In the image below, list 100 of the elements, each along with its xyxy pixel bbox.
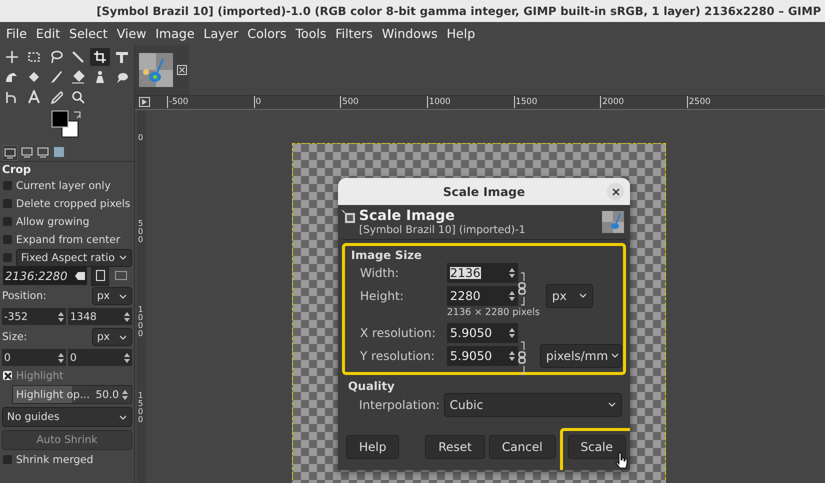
dialog-button[interactable]: Reset bbox=[425, 435, 485, 459]
position-x-field[interactable]: -352 bbox=[2, 308, 66, 325]
field-label: Interpolation: bbox=[358, 398, 441, 412]
menu-item[interactable]: Edit bbox=[32, 26, 66, 41]
ruler-label: 0 bbox=[138, 134, 144, 142]
menu-item[interactable]: Select bbox=[65, 26, 113, 41]
close-button[interactable] bbox=[607, 183, 624, 200]
ruler-label: 500 bbox=[138, 220, 144, 244]
spin-arrows-icon bbox=[124, 352, 130, 364]
field-label: X resolution: bbox=[359, 326, 437, 338]
field-label: Position: bbox=[2, 290, 46, 302]
dialog-title: Scale Image bbox=[442, 184, 526, 198]
checkbox[interactable] bbox=[3, 455, 12, 464]
menu-item[interactable]: Colors bbox=[243, 26, 292, 41]
tab-icon bbox=[53, 146, 65, 158]
ruler-label: 500 bbox=[340, 96, 359, 108]
y-resolution-field[interactable]: 5.9050 bbox=[447, 346, 518, 366]
menu-item[interactable]: Help bbox=[442, 26, 480, 41]
portrait-icon bbox=[96, 270, 104, 281]
chevron-down-icon bbox=[611, 353, 620, 358]
guides-dropdown[interactable]: No guides bbox=[2, 407, 132, 427]
hand-cursor-icon bbox=[614, 452, 629, 470]
chain-icon[interactable] bbox=[517, 341, 527, 375]
dialog-button[interactable]: Help bbox=[346, 435, 400, 459]
menu-item[interactable]: Windows bbox=[378, 26, 443, 41]
checkbox[interactable] bbox=[3, 217, 12, 226]
menu-item[interactable]: File bbox=[2, 26, 32, 41]
checkbox-label: Current layer only bbox=[16, 180, 111, 192]
quick-mask-icon[interactable] bbox=[139, 97, 150, 107]
width-field[interactable]: 2136 bbox=[447, 262, 518, 282]
menu-item[interactable]: Filters bbox=[331, 26, 378, 41]
menu-item[interactable]: Layer bbox=[200, 26, 244, 41]
crop-icon bbox=[93, 50, 107, 64]
aspect-dropdown[interactable]: Fixed Aspect ratio bbox=[16, 248, 132, 266]
chevron-down-icon bbox=[579, 293, 587, 298]
image-tab[interactable] bbox=[135, 45, 189, 95]
spin-arrows-icon bbox=[58, 352, 64, 364]
spin-arrows-icon bbox=[58, 310, 64, 322]
portrait-button[interactable] bbox=[91, 266, 109, 286]
ruler-label: 2000 bbox=[600, 96, 624, 108]
checkbox[interactable] bbox=[3, 253, 12, 262]
search-icon bbox=[71, 90, 85, 104]
opacity-slider[interactable]: Highlight op... 50.0 bbox=[12, 385, 132, 404]
size-width-field[interactable]: 0 bbox=[2, 349, 66, 366]
menu-item[interactable]: View bbox=[112, 26, 152, 41]
spin-arrows-icon bbox=[124, 310, 130, 322]
dialog-heading: Scale Image bbox=[359, 208, 456, 224]
checkbox-label: Expand from center bbox=[16, 234, 120, 246]
close-icon[interactable] bbox=[177, 65, 187, 75]
checkbox[interactable] bbox=[3, 235, 12, 244]
pixel-size-text: 2136 × 2280 pixels bbox=[446, 307, 541, 320]
dock-tab[interactable] bbox=[20, 145, 34, 159]
section-title: Image Size bbox=[351, 249, 423, 261]
menu-item[interactable]: Tools bbox=[292, 26, 332, 41]
unit-dropdown[interactable]: px bbox=[546, 284, 593, 308]
dock-tab[interactable] bbox=[36, 145, 50, 159]
size-height-field[interactable]: 0 bbox=[68, 349, 132, 366]
field-label: Height: bbox=[359, 290, 405, 302]
dialog-button[interactable]: Scale bbox=[568, 435, 626, 459]
field-label: Width: bbox=[359, 266, 400, 278]
scale-icon bbox=[342, 210, 356, 224]
section-title: Quality bbox=[348, 379, 396, 393]
spin-arrows-icon bbox=[509, 266, 515, 280]
height-field[interactable]: 2280 bbox=[447, 286, 518, 306]
ruler-label: 1000 bbox=[138, 306, 144, 338]
tool-button[interactable] bbox=[90, 48, 110, 66]
aspect-field[interactable]: 2136:2280 bbox=[3, 266, 87, 285]
landscape-icon[interactable] bbox=[115, 271, 127, 280]
checkbox-label: Allow growing bbox=[16, 216, 90, 228]
ruler-label: 1500 bbox=[138, 392, 144, 424]
image-name: [Symbol Brazil 10] (imported)-1 bbox=[359, 224, 526, 236]
menu-item[interactable]: Image bbox=[151, 26, 200, 41]
dock-tab[interactable] bbox=[2, 145, 18, 161]
ruler-label: 0 bbox=[254, 96, 262, 108]
tab-icon bbox=[4, 147, 16, 159]
dialog-button[interactable]: Cancel bbox=[488, 435, 556, 459]
chevron-down-icon bbox=[119, 334, 127, 340]
ruler-label: -500 bbox=[167, 96, 188, 108]
checkbox[interactable] bbox=[3, 181, 12, 190]
interpolation-dropdown[interactable]: Cubic bbox=[444, 392, 622, 416]
unit-dropdown[interactable]: px bbox=[92, 287, 132, 305]
window-title: [Symbol Brazil 10] (imported)-1.0 (RGB color 8-bit gamma integer, GIMP built-in sRGB, 1 layer) 2136x2280 – GIMP bbox=[96, 4, 821, 18]
ruler-label: 2500 bbox=[686, 96, 711, 108]
tab-icon bbox=[37, 146, 49, 158]
close-icon bbox=[612, 188, 620, 196]
checkbox-label: Shrink merged bbox=[16, 454, 94, 466]
chain-icon[interactable] bbox=[517, 272, 527, 306]
chevron-down-icon bbox=[119, 414, 127, 420]
checkbox-label: Delete cropped pixels bbox=[16, 198, 130, 210]
brush-icon bbox=[49, 70, 63, 84]
x-resolution-field[interactable]: 5.9050 bbox=[447, 322, 518, 342]
checkbox[interactable] bbox=[3, 199, 12, 208]
checkbox[interactable] bbox=[3, 371, 12, 380]
checkbox-label: Highlight bbox=[16, 370, 64, 382]
dock-tab[interactable] bbox=[52, 145, 66, 159]
unit-dropdown[interactable]: px bbox=[92, 328, 132, 346]
spin-arrows-icon bbox=[509, 348, 515, 362]
chevron-down-icon bbox=[119, 294, 127, 298]
resolution-unit-dropdown[interactable]: pixels/mm bbox=[540, 344, 622, 368]
position-y-field[interactable]: 1348 bbox=[68, 308, 132, 325]
